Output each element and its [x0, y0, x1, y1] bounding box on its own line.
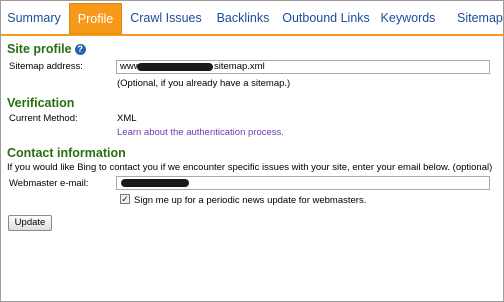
tab-sitemaps[interactable]: Sitemaps	[445, 3, 503, 34]
sitemap-suffix: sitemap.xml	[214, 61, 265, 72]
learn-authentication-link[interactable]: Learn about the authentication process.	[117, 127, 284, 138]
method-value: XML	[117, 113, 137, 124]
webmaster-email-input[interactable]	[116, 176, 490, 190]
method-label: Current Method:	[9, 113, 78, 124]
verification-title: Verification	[7, 96, 75, 110]
tab-crawl-issues[interactable]: Crawl Issues	[125, 3, 207, 34]
tab-bar: Summary Profile Crawl Issues Backlinks O…	[1, 3, 504, 34]
email-label: Webmaster e-mail:	[9, 178, 89, 189]
sitemap-address-input[interactable]: www sitemap.xml	[116, 60, 490, 74]
tab-backlinks[interactable]: Backlinks	[209, 3, 277, 34]
sitemap-label: Sitemap address:	[9, 61, 83, 72]
tab-outbound-links[interactable]: Outbound Links	[281, 3, 371, 34]
tab-underline	[1, 34, 504, 36]
redacted-scribble	[137, 63, 213, 71]
newsletter-label: Sign me up for a periodic news update fo…	[134, 195, 367, 206]
sitemap-hint: (Optional, if you already have a sitemap…	[117, 78, 291, 89]
tab-summary[interactable]: Summary	[1, 3, 67, 34]
contact-title: Contact information	[7, 146, 126, 160]
contact-description: If you would like Bing to contact you if…	[7, 162, 493, 173]
newsletter-checkbox[interactable]: ✓	[120, 194, 130, 204]
update-button[interactable]: Update	[8, 215, 52, 231]
tab-profile[interactable]: Profile	[69, 3, 122, 34]
site-profile-title: Site profile	[7, 42, 72, 56]
site-profile-heading: Site profile?	[7, 42, 86, 56]
help-icon[interactable]: ?	[74, 44, 86, 55]
redacted-scribble	[121, 179, 189, 187]
tab-keywords[interactable]: Keywords	[375, 3, 441, 34]
